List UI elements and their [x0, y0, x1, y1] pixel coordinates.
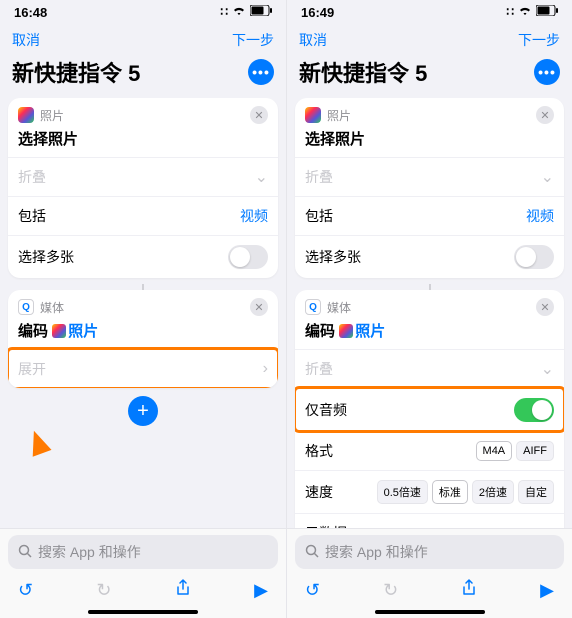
speed-options[interactable]: 0.5倍速 标准 2倍速 自定 [377, 480, 554, 504]
bottom-panel: 搜索 App 和操作 ↺ ↻ ▶ [0, 528, 286, 618]
redo-button: ↻ [96, 580, 111, 601]
toolbar: ↺ ↻ ▶ [287, 575, 572, 608]
toggle-multi[interactable] [228, 245, 268, 269]
toggle-multi[interactable] [514, 245, 554, 269]
home-indicator [375, 610, 485, 614]
search-input[interactable]: 搜索 App 和操作 [8, 535, 278, 569]
photos-token-icon [339, 324, 353, 338]
wifi-icon [232, 5, 246, 19]
status-icons: ∷ [220, 5, 272, 19]
row-multi: 选择多张 [8, 235, 278, 278]
search-input[interactable]: 搜索 App 和操作 [295, 535, 564, 569]
nav-bar: 取消 下一步 [287, 24, 572, 54]
share-button[interactable] [461, 579, 477, 602]
status-bar: 16:48 ∷ [0, 0, 286, 24]
app-label: 照片 [327, 107, 351, 124]
search-placeholder: 搜索 App 和操作 [38, 542, 141, 562]
cancel-button[interactable]: 取消 [12, 30, 40, 50]
close-icon[interactable]: ✕ [250, 106, 268, 124]
row-collapse[interactable]: 折叠 ⌄ [295, 349, 564, 388]
share-button[interactable] [175, 579, 191, 602]
home-indicator [88, 610, 198, 614]
chevron-down-icon: ⌄ [255, 167, 268, 187]
app-label: 媒体 [40, 299, 64, 316]
add-action-button[interactable]: + [128, 396, 158, 426]
media-app-icon: Q [305, 299, 321, 315]
phone-right: 16:49 ∷ 取消 下一步 新快捷指令 5 ••• 照片 ✕ [286, 0, 572, 618]
nav-bar: 取消 下一步 [0, 24, 286, 54]
photos-app-icon [305, 107, 321, 123]
chevron-down-icon: ⌄ [541, 359, 554, 379]
app-label: 照片 [40, 107, 64, 124]
search-icon [305, 544, 319, 561]
phone-left: 16:48 ∷ 取消 下一步 新快捷指令 5 ••• 照片 ✕ [0, 0, 286, 618]
bottom-panel: 搜索 App 和操作 ↺ ↻ ▶ [287, 528, 572, 618]
close-icon[interactable]: ✕ [536, 298, 554, 316]
annotation-arrow [24, 427, 51, 456]
status-bar: 16:49 ∷ [287, 0, 572, 24]
chevron-right-icon: › [263, 360, 268, 378]
battery-icon [536, 5, 558, 19]
more-button[interactable]: ••• [248, 59, 274, 85]
page-title: 新快捷指令 5 [299, 56, 427, 88]
row-collapse[interactable]: 折叠 ⌄ [295, 157, 564, 196]
next-button[interactable]: 下一步 [232, 30, 274, 50]
media-app-icon: Q [18, 299, 34, 315]
close-icon[interactable]: ✕ [250, 298, 268, 316]
cancel-button[interactable]: 取消 [299, 30, 327, 50]
chevron-down-icon: ⌄ [541, 167, 554, 187]
next-button[interactable]: 下一步 [518, 30, 560, 50]
row-audio-only: 仅音频 [295, 388, 564, 431]
action-title: 编码 照片 [8, 318, 278, 349]
search-placeholder: 搜索 App 和操作 [325, 542, 428, 562]
play-button[interactable]: ▶ [540, 580, 554, 601]
redo-button: ↻ [383, 580, 398, 601]
action-title: 编码 照片 [295, 318, 564, 349]
action-card-media: Q 媒体 ✕ 编码 照片 展开 › [8, 290, 278, 388]
row-expand[interactable]: 展开 › [8, 349, 278, 388]
battery-icon [250, 5, 272, 19]
app-label: 媒体 [327, 299, 351, 316]
photos-app-icon [18, 107, 34, 123]
row-multi: 选择多张 [295, 235, 564, 278]
format-options[interactable]: M4A AIFF [476, 441, 554, 461]
action-title: 选择照片 [8, 126, 278, 157]
row-include[interactable]: 包括 视频 [8, 196, 278, 235]
action-card-photos: 照片 ✕ 选择照片 折叠 ⌄ 包括 视频 选择多张 [295, 98, 564, 278]
row-include[interactable]: 包括 视频 [295, 196, 564, 235]
close-icon[interactable]: ✕ [536, 106, 554, 124]
row-format[interactable]: 格式 M4A AIFF [295, 431, 564, 470]
status-time: 16:48 [14, 5, 47, 20]
undo-button[interactable]: ↺ [305, 580, 320, 601]
cellular-icon: ∷ [506, 5, 514, 19]
row-speed[interactable]: 速度 0.5倍速 标准 2倍速 自定 [295, 470, 564, 513]
toolbar: ↺ ↻ ▶ [0, 575, 286, 608]
status-time: 16:49 [301, 5, 334, 20]
play-button[interactable]: ▶ [254, 580, 268, 601]
action-card-photos: 照片 ✕ 选择照片 折叠 ⌄ 包括 视频 选择多张 [8, 98, 278, 278]
row-collapse[interactable]: 折叠 ⌄ [8, 157, 278, 196]
photos-token-icon [52, 324, 66, 338]
wifi-icon [518, 5, 532, 19]
undo-button[interactable]: ↺ [18, 580, 33, 601]
status-icons: ∷ [506, 5, 558, 19]
cellular-icon: ∷ [220, 5, 228, 19]
action-card-media: Q 媒体 ✕ 编码 照片 折叠 ⌄ 仅音频 格式 M4A AI [295, 290, 564, 552]
toggle-audio-only[interactable] [514, 398, 554, 422]
page-title: 新快捷指令 5 [12, 56, 140, 88]
search-icon [18, 544, 32, 561]
action-title: 选择照片 [295, 126, 564, 157]
more-button[interactable]: ••• [534, 59, 560, 85]
